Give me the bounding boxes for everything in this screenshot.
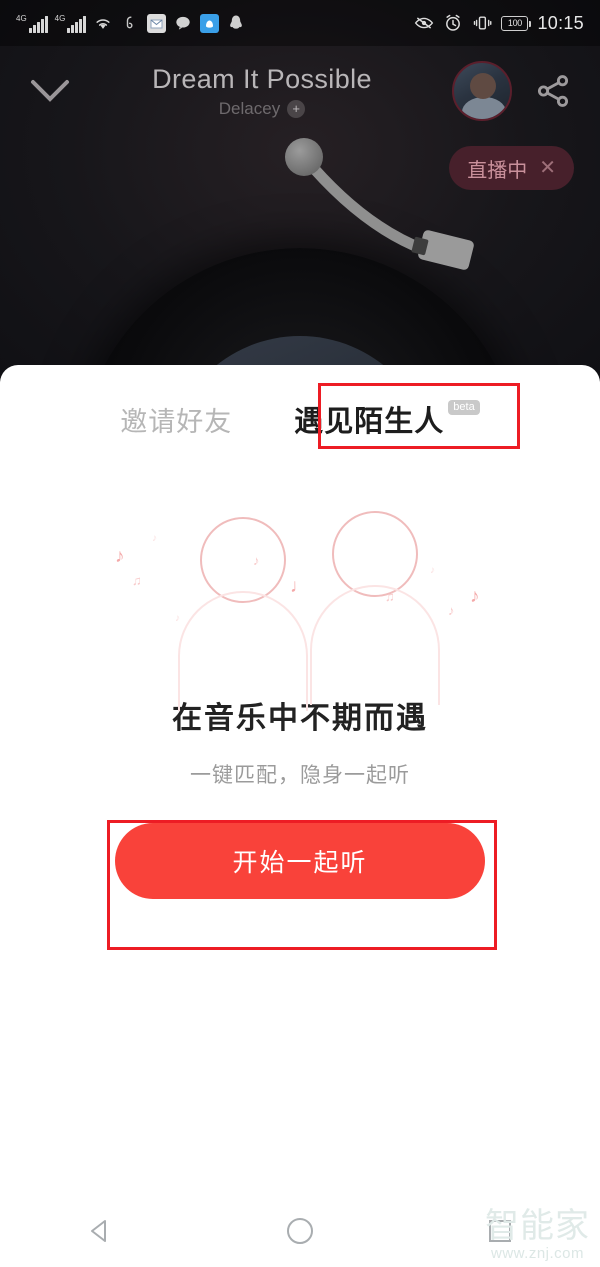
status-bar: 4G 4G 100 10:15 xyxy=(0,0,600,46)
battery-indicator: 100 xyxy=(501,15,532,31)
music-note-icon: ♫ xyxy=(385,589,395,604)
watermark-url: www.znj.com xyxy=(490,1245,585,1262)
tab-meet-strangers-label: 遇见陌生人 xyxy=(294,406,445,438)
close-icon[interactable]: ✕ xyxy=(539,158,556,178)
tab-invite-friends[interactable]: 邀请好友 xyxy=(120,400,232,439)
add-artist-button[interactable]: + xyxy=(287,100,306,118)
message-icon xyxy=(176,16,191,30)
page-title: Dream It Possible xyxy=(152,64,372,94)
home-circle-icon[interactable] xyxy=(254,1195,346,1267)
network-label: 4G xyxy=(16,14,27,23)
music-note-icon: ♪ xyxy=(430,565,435,576)
status-bar-clock: 10:15 xyxy=(537,12,584,33)
tab-meet-strangers[interactable]: 遇见陌生人 beta xyxy=(294,398,480,440)
start-listening-together-button[interactable]: 开始一起听 xyxy=(115,823,485,899)
signal-4g-icon: 4G xyxy=(16,15,48,33)
alarm-icon xyxy=(446,14,461,31)
status-bar-left: 4G 4G xyxy=(16,13,246,33)
netease-music-icon xyxy=(127,16,133,29)
vibrate-icon xyxy=(474,16,492,30)
sheet-subtitle: 一键匹配，隐身一起听 xyxy=(190,764,410,787)
two-people-listening-illustration: ♪ ♫ ♪ ♪ ♪ ♩ ♫ ♪ ♪ ♪ xyxy=(0,499,600,711)
status-bar-right: 100 10:15 xyxy=(414,13,584,34)
battery-level: 100 xyxy=(507,18,523,28)
mail-icon xyxy=(147,14,167,33)
cta-wrapper: 开始一起听 xyxy=(0,823,600,899)
qq-penguin-icon xyxy=(230,15,243,29)
live-badge[interactable]: 直播中 ✕ xyxy=(449,146,574,190)
back-triangle-icon[interactable] xyxy=(54,1195,146,1267)
person-body xyxy=(310,585,440,705)
listen-together-sheet: 邀请好友 遇见陌生人 beta ♪ ♫ ♪ ♪ ♪ ♩ ♫ ♪ ♪ ♪ 在音乐中… xyxy=(0,365,600,1195)
chevron-down-icon[interactable] xyxy=(22,63,78,119)
music-note-icon: ♪ xyxy=(175,613,180,624)
eye-comfort-icon xyxy=(415,17,434,29)
music-note-icon: ♪ xyxy=(115,546,125,567)
player-top-bar: Dream It Possible Delacey + xyxy=(0,52,600,130)
person-figure-right xyxy=(300,511,450,705)
tonearm-pivot xyxy=(285,138,323,176)
signal-4g-icon-2: 4G xyxy=(55,15,87,33)
person-body xyxy=(178,591,308,711)
beta-badge: beta xyxy=(448,400,480,415)
site-watermark: 智能家 www.znj.com xyxy=(485,1209,590,1261)
music-note-icon: ♪ xyxy=(152,533,157,544)
tab-invite-friends-label: 邀请好友 xyxy=(120,406,233,437)
sheet-tabs: 邀请好友 遇见陌生人 beta xyxy=(0,365,600,457)
network-label-2: 4G xyxy=(54,14,66,23)
artist-name[interactable]: Delacey xyxy=(219,99,280,119)
watermark-logo: 智能家 xyxy=(485,1207,590,1245)
live-badge-label: 直播中 xyxy=(467,159,528,182)
avatar[interactable] xyxy=(452,61,512,121)
share-icon[interactable] xyxy=(528,66,578,116)
music-note-icon: ♪ xyxy=(448,603,455,618)
music-note-icon: ♪ xyxy=(470,586,480,607)
qq-mobile-icon xyxy=(200,14,220,33)
song-info: Dream It Possible Delacey + xyxy=(72,63,452,119)
music-note-icon: ♩ xyxy=(290,576,309,597)
wifi-icon xyxy=(96,19,110,29)
music-note-icon: ♫ xyxy=(132,573,142,588)
music-note-icon: ♪ xyxy=(253,553,260,568)
artist-row: Delacey + xyxy=(72,99,452,119)
